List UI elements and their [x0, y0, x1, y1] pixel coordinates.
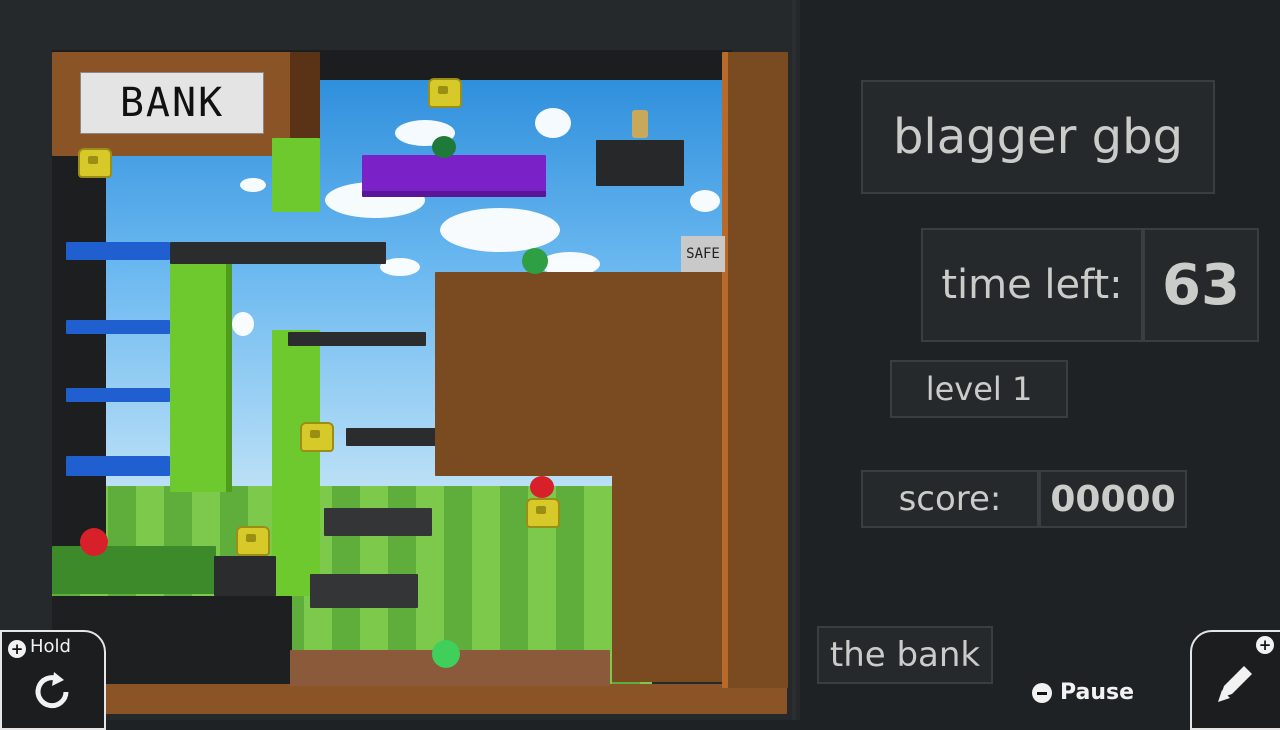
green-pillar	[170, 256, 232, 492]
score-value: 00000	[1039, 470, 1187, 528]
plus-icon: +	[1256, 636, 1274, 654]
stage-name: the bank	[817, 626, 993, 684]
hold-button[interactable]: + Hold	[0, 630, 106, 730]
yellow-figure	[300, 422, 334, 452]
pause-label: Pause	[1060, 680, 1135, 705]
start-platform-side	[214, 556, 276, 596]
time-label: time left:	[921, 228, 1143, 342]
black-platform	[596, 140, 684, 186]
start-platform	[52, 546, 216, 594]
game-viewport[interactable]: BANK SAFE	[0, 0, 800, 720]
red-gem	[80, 528, 108, 556]
panel-divider	[792, 0, 796, 720]
yellow-figure	[428, 78, 462, 108]
brown-floor	[52, 684, 787, 714]
blue-ledge	[66, 320, 170, 334]
cloud	[440, 208, 560, 252]
level-indicator: level 1	[890, 360, 1068, 418]
rotate-icon	[28, 668, 76, 716]
left-wall	[52, 150, 106, 590]
green-gem	[432, 640, 460, 668]
right-wall	[722, 52, 788, 688]
cloud	[240, 178, 266, 192]
black-platform	[324, 508, 432, 536]
hold-label: Hold	[30, 636, 71, 657]
game-title: blagger gbg	[861, 80, 1215, 194]
green-pillar	[272, 138, 320, 212]
green-pillar	[272, 330, 320, 596]
black-platform	[288, 332, 426, 346]
black-platform	[310, 574, 418, 608]
black-platform	[170, 242, 386, 264]
score-label: score:	[861, 470, 1039, 528]
yellow-figure	[78, 148, 112, 178]
blue-ledge	[66, 242, 170, 260]
blue-ledge	[66, 456, 170, 476]
bank-sign: BANK	[80, 72, 264, 134]
brown-block	[612, 476, 730, 682]
pause-button[interactable]: Pause	[1032, 680, 1134, 705]
yellow-figure	[236, 526, 270, 556]
brown-block	[435, 272, 727, 476]
time-value: 63	[1143, 228, 1259, 342]
edit-button[interactable]: +	[1190, 630, 1280, 730]
cloud	[535, 108, 571, 138]
green-gem	[432, 136, 456, 158]
safe-sign: SAFE	[681, 236, 725, 272]
player-character	[632, 110, 648, 138]
blue-ledge	[66, 388, 170, 402]
black-platform	[346, 428, 436, 446]
purple-platform	[362, 155, 546, 197]
cloud	[690, 190, 720, 212]
cloud	[232, 312, 254, 336]
red-gem	[530, 476, 554, 498]
pencil-icon	[1210, 658, 1260, 708]
plus-icon: +	[8, 640, 26, 658]
green-gem	[522, 248, 548, 274]
cloud	[380, 258, 420, 276]
minus-icon	[1032, 682, 1052, 703]
yellow-figure	[526, 498, 560, 528]
